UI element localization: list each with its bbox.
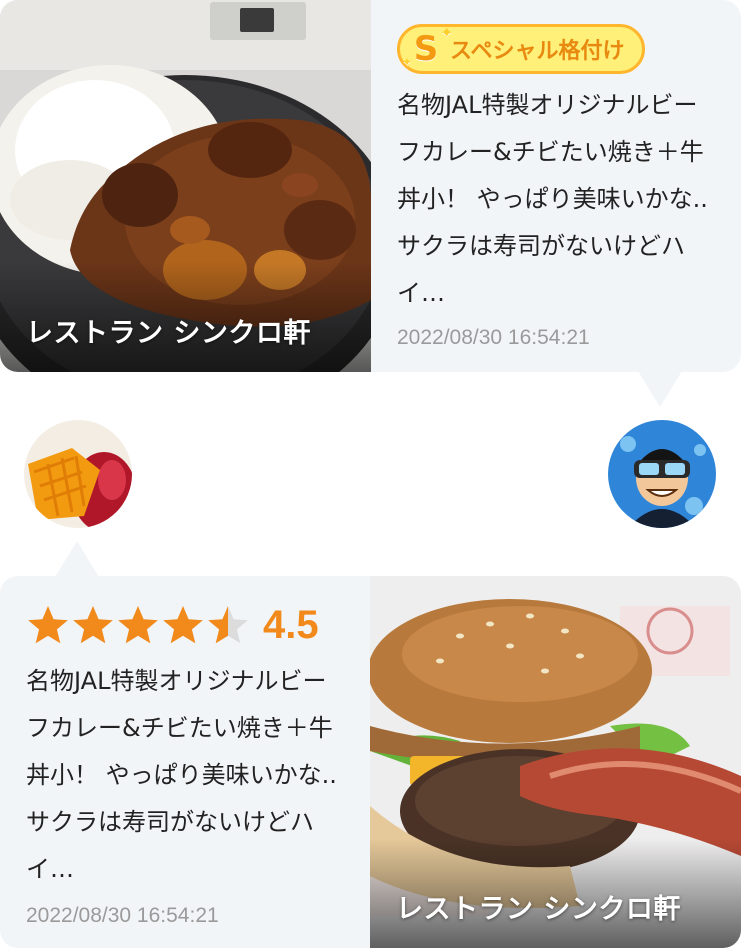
special-s-icon: S ✦ ✦ <box>402 23 454 69</box>
user-avatar-diver[interactable] <box>608 420 716 528</box>
review-card-curry[interactable]: レストラン シンクロ軒 S ✦ ✦ スペシャル格付け 名物JAL特製オリジナルビ… <box>0 0 741 372</box>
rating-value: 4.5 <box>263 602 319 647</box>
special-rating-badge: S ✦ ✦ スペシャル格付け <box>397 23 646 74</box>
star-icon <box>26 604 70 646</box>
speech-bubble-pointer <box>638 371 682 407</box>
special-rating-label: スペシャル格付け <box>450 39 625 64</box>
user-avatar-mango[interactable] <box>24 420 132 528</box>
star-icon <box>116 604 160 646</box>
review-body-text: 名物JAL特製オリジナルビーフカレー&チビたい焼き＋牛丼小！ やっぱり美味いかな… <box>397 91 708 304</box>
star-rating-stars <box>26 604 251 646</box>
review-text-panel: 4.5 名物JAL特製オリジナルビーフカレー&チビたい焼き＋牛丼小！ やっぱり美… <box>0 576 370 948</box>
review-timestamp: 2022/08/30 16:54:21 <box>26 904 219 927</box>
star-icon <box>206 604 250 646</box>
diver-avatar-icon <box>608 420 716 528</box>
review-card-burger[interactable]: 4.5 名物JAL特製オリジナルビーフカレー&チビたい焼き＋牛丼小！ やっぱり美… <box>0 576 741 948</box>
sparkle-icon: ✦ <box>402 55 413 69</box>
restaurant-name: レストラン シンクロ軒 <box>396 894 681 925</box>
review-text-panel: S ✦ ✦ スペシャル格付け 名物JAL特製オリジナルビーフカレー&チビたい焼き… <box>371 0 741 372</box>
sparkle-icon: ✦ <box>440 23 454 42</box>
speech-bubble-pointer <box>55 541 99 577</box>
star-icon <box>71 604 115 646</box>
mango-avatar-icon <box>24 420 132 528</box>
star-icon <box>161 604 205 646</box>
review-photo-burger[interactable]: レストラン シンクロ軒 <box>370 576 741 948</box>
restaurant-name: レストラン シンクロ軒 <box>26 318 311 349</box>
star-rating: 4.5 <box>26 602 346 648</box>
review-timestamp: 2022/08/30 16:54:21 <box>397 326 590 349</box>
review-body-text: 名物JAL特製オリジナルビーフカレー&チビたい焼き＋牛丼小！ やっぱり美味いかな… <box>26 667 337 883</box>
review-photo-curry[interactable]: レストラン シンクロ軒 <box>0 0 371 372</box>
